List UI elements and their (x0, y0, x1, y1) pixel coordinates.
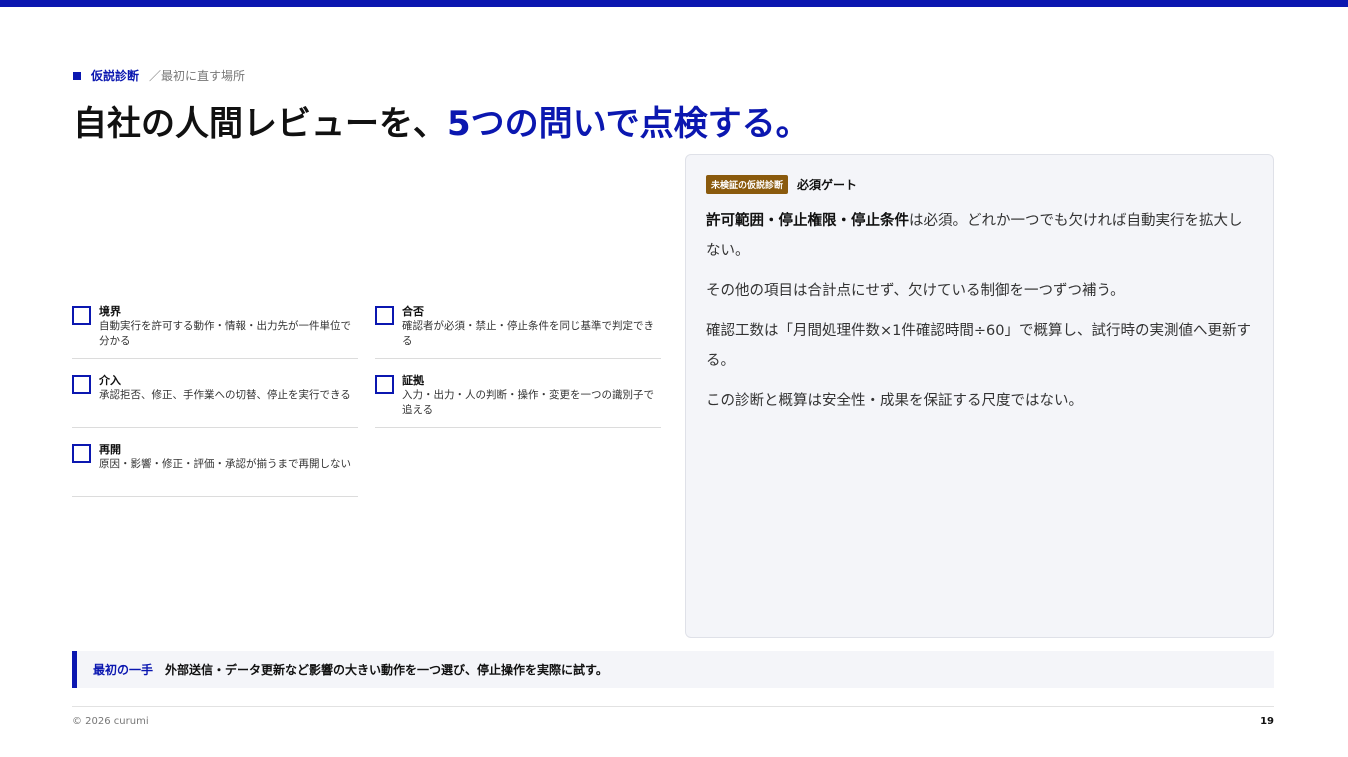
copyright: © 2026 curumi (72, 716, 149, 727)
required-items: 許可範囲・停止権限・停止条件 (706, 213, 909, 229)
checklist-item-boundary: 境界 自動実行を許可する動作・情報・出力先が一件単位で分かる (72, 302, 358, 359)
item-title: 合否 (402, 305, 424, 318)
checkbox[interactable] (72, 306, 91, 325)
title-main: 自社の人間レビューを、 (73, 104, 447, 144)
top-accent-bar (0, 0, 1348, 7)
title-highlight: 5つの問いで点検する。 (447, 104, 810, 144)
checkbox[interactable] (375, 306, 394, 325)
item-desc: 入力・出力・人の判断・操作・変更を一つの識別子で追える (402, 389, 654, 416)
card-paragraph-3: 確認工数は「月間処理件数×1件確認時間÷60」で概算し、試行時の実測値へ更新する… (706, 323, 1251, 369)
section-label: 仮説診断 (91, 69, 140, 83)
first-step-text: 外部送信・データ更新など影響の大きい動作を一つ選び、停止操作を実際に試す。 (165, 663, 608, 677)
breadcrumb: 仮説診断 ／最初に直す場所 (73, 67, 245, 84)
item-desc: 自動実行を許可する動作・情報・出力先が一件単位で分かる (99, 320, 351, 347)
checkbox[interactable] (375, 375, 394, 394)
card-paragraph-1: 許可範囲・停止権限・停止条件は必須。どれか一つでも欠ければ自動実行を拡大しない。 (706, 213, 1243, 259)
checkbox[interactable] (72, 444, 91, 463)
page-title: 自社の人間レビューを、5つの問いで点検する。 (73, 96, 810, 145)
section-square-icon (73, 71, 81, 80)
item-title: 証拠 (402, 374, 424, 387)
item-title: 再開 (99, 443, 121, 456)
first-step-label: 最初の一手 (93, 663, 154, 677)
status-badge: 未検証の仮説診断 (706, 175, 789, 194)
footer-divider (72, 706, 1274, 707)
card-paragraph-2: その他の項目は合計点にせず、欠けている制御を一つずつ補う。 (706, 283, 1125, 299)
gate-label: 必須ゲート (797, 178, 858, 192)
checklist-item-intervention: 介入 承認拒否、修正、手作業への切替、停止を実行できる (72, 371, 358, 428)
subsection-label: ／最初に直す場所 (149, 69, 246, 83)
checklist-item-pass-fail: 合否 確認者が必須・禁止・停止条件を同じ基準で判定できる (375, 302, 661, 359)
item-desc: 確認者が必須・禁止・停止条件を同じ基準で判定できる (402, 320, 654, 347)
checkbox[interactable] (72, 375, 91, 394)
checklist-item-resume: 再開 原因・影響・修正・評価・承認が揃うまで再開しない (72, 440, 358, 497)
item-desc: 承認拒否、修正、手作業への切替、停止を実行できる (99, 389, 351, 401)
checklist-item-evidence: 証拠 入力・出力・人の判断・操作・変更を一つの識別子で追える (375, 371, 661, 428)
gate-card: 未検証の仮説診断 必須ゲート 許可範囲・停止権限・停止条件は必須。どれか一つでも… (685, 154, 1274, 638)
item-desc: 原因・影響・修正・評価・承認が揃うまで再開しない (99, 458, 351, 470)
item-title: 介入 (99, 374, 121, 387)
card-paragraph-4: この診断と概算は安全性・成果を保証する尺度ではない。 (706, 393, 1083, 409)
page-number: 19 (1260, 716, 1274, 727)
item-title: 境界 (99, 305, 121, 318)
checklist: 境界 自動実行を許可する動作・情報・出力先が一件単位で分かる 合否 確認者が必須… (72, 302, 662, 509)
first-step-callout: 最初の一手 外部送信・データ更新など影響の大きい動作を一つ選び、停止操作を実際に… (72, 651, 1274, 688)
